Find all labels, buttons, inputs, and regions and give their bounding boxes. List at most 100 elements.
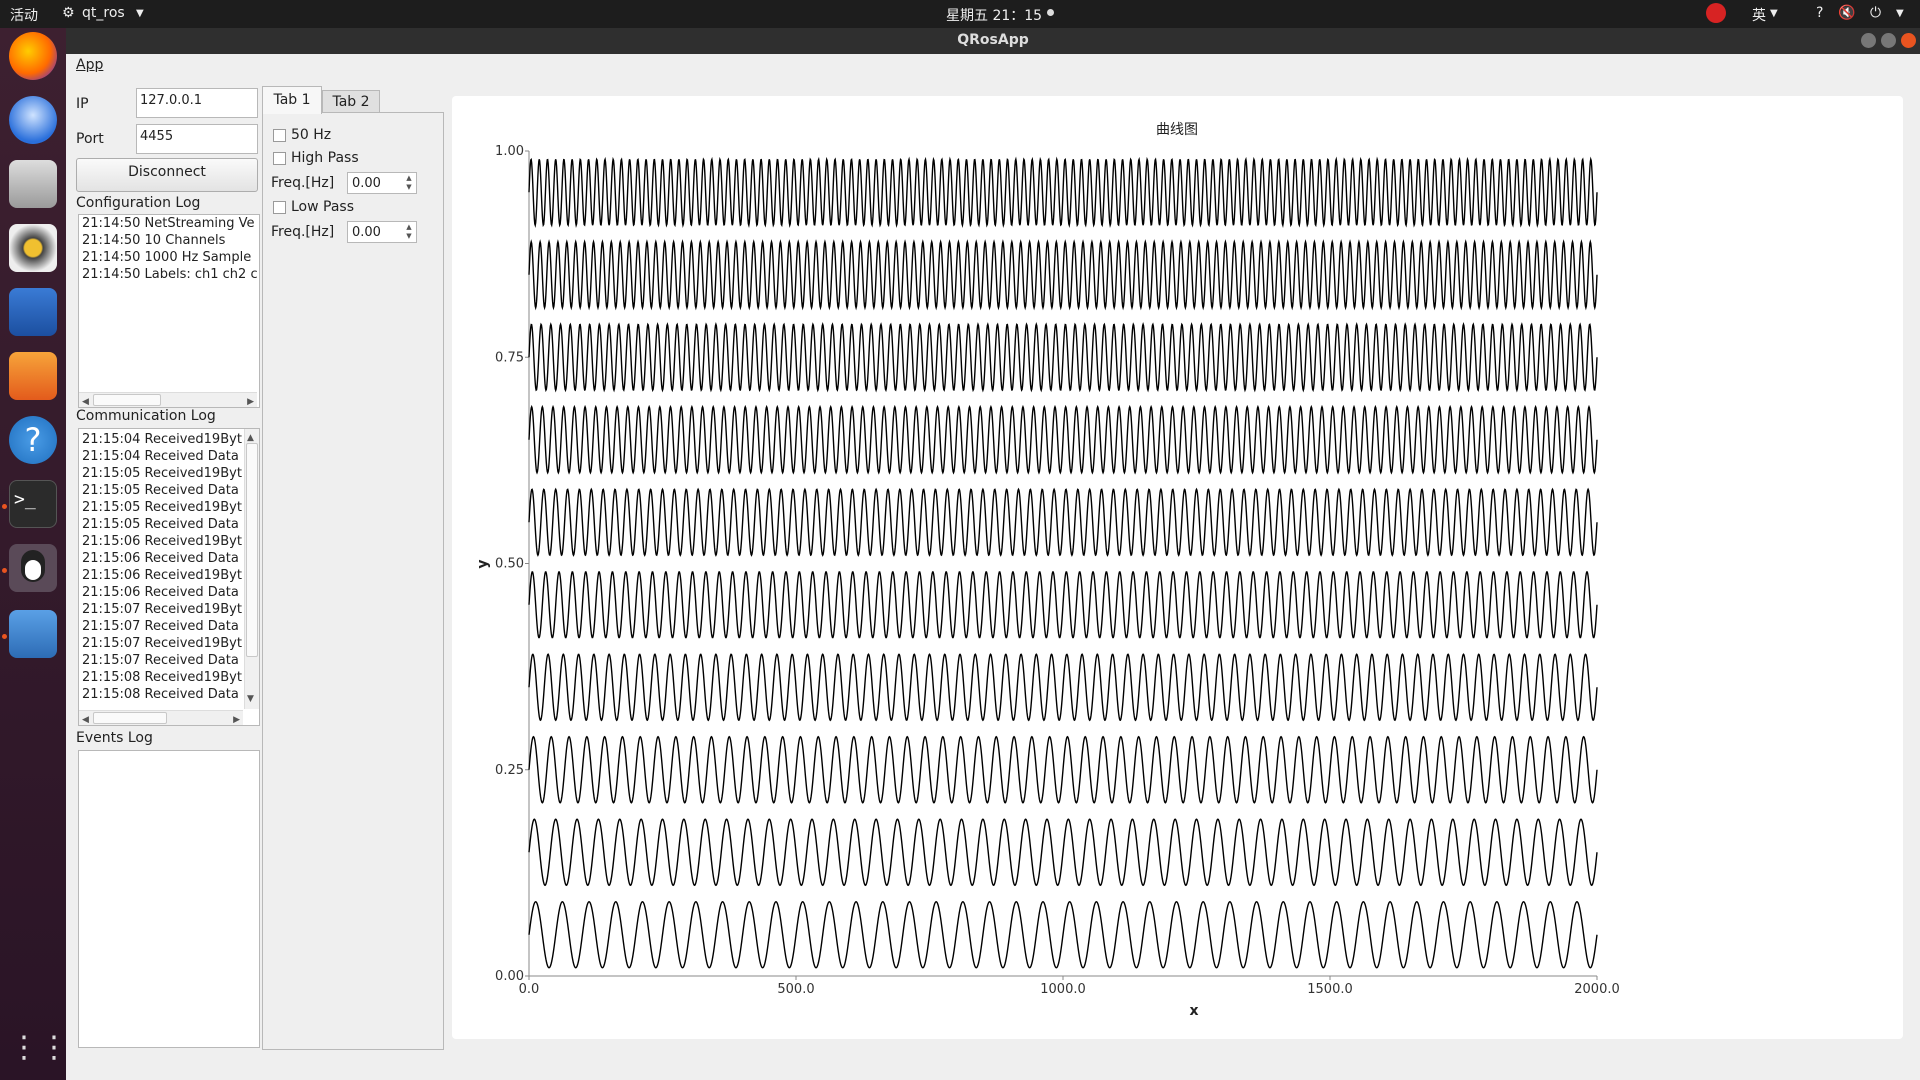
x-tick-label: 1500.0 <box>1307 982 1353 997</box>
app-menu-button[interactable]: qt_ros <box>82 5 125 21</box>
firefox-icon[interactable] <box>9 32 57 80</box>
vertical-scrollbar[interactable]: ▲ ▼ <box>244 429 259 709</box>
lowpass-checkbox[interactable] <box>273 201 286 214</box>
terminal-icon[interactable]: >_ <box>9 480 57 528</box>
config-log-list[interactable]: 21:14:50 NetStreaming Ve 21:14:50 10 Cha… <box>78 214 260 408</box>
window-icon[interactable] <box>9 610 57 658</box>
app-menu-icon: ⚙ <box>62 5 75 21</box>
maximize-icon[interactable] <box>1881 33 1896 48</box>
spin-up-icon[interactable]: ▲ <box>403 174 415 183</box>
list-item: 21:15:04 Received19Byt <box>82 432 242 447</box>
disconnect-button[interactable]: Disconnect <box>76 158 258 192</box>
list-item: 21:15:08 Received19Byt <box>82 670 242 685</box>
scroll-left-icon[interactable]: ◀ <box>82 394 89 407</box>
events-log-title: Events Log <box>76 730 153 746</box>
line-chart[interactable]: 曲线图 x y 0.0 500.0 1000.0 1500.0 2000.0 0.00 0.… <box>452 96 1903 1039</box>
list-item: 21:14:50 NetStreaming Ve <box>82 216 255 231</box>
series-line-10 <box>528 156 1598 228</box>
do-not-disturb-icon[interactable] <box>1706 3 1726 23</box>
scroll-thumb[interactable] <box>93 394 161 406</box>
x-axis-label: x <box>1189 1003 1198 1019</box>
list-item: 21:15:07 Received19Byt <box>82 602 242 617</box>
y-tick-label: 1.00 <box>495 144 524 159</box>
series-line-2 <box>528 818 1598 887</box>
scroll-thumb[interactable] <box>246 443 258 657</box>
series-line-6 <box>528 487 1598 557</box>
minimize-icon[interactable] <box>1861 33 1876 48</box>
notification-dot-icon <box>1047 9 1054 16</box>
volume-icon[interactable]: 🔇 <box>1838 5 1855 21</box>
ip-label: IP <box>76 96 89 112</box>
writer-icon[interactable] <box>9 288 57 336</box>
scroll-right-icon[interactable]: ▶ <box>247 394 254 407</box>
list-item: 21:15:07 Received19Byt <box>82 636 242 651</box>
menu-app[interactable]: App <box>76 57 103 73</box>
y-axis-label: y <box>475 559 491 568</box>
system-top-bar: 活动 ⚙ qt_ros ▼ 星期五 21：15 英 ▼ ? 🔇 ⏻ ▼ <box>0 0 1920 28</box>
thunderbird-icon[interactable] <box>9 96 57 144</box>
series-line-1 <box>528 900 1598 969</box>
series-line-5 <box>528 571 1598 639</box>
scroll-left-icon[interactable]: ◀ <box>82 712 89 725</box>
close-icon[interactable] <box>1901 33 1916 48</box>
spin-down-icon[interactable]: ▼ <box>403 183 415 192</box>
list-item: 21:15:07 Received Data <box>82 653 239 668</box>
notch-50hz-checkbox[interactable] <box>273 129 286 142</box>
highpass-label: High Pass <box>291 150 359 166</box>
menu-bar: App <box>66 54 1920 78</box>
rhythmbox-icon[interactable] <box>9 224 57 272</box>
highpass-freq-spinbox[interactable]: 0.00 ▲ ▼ <box>347 172 417 194</box>
spin-up-icon[interactable]: ▲ <box>403 223 415 232</box>
lowpass-label: Low Pass <box>291 199 354 215</box>
port-label: Port <box>76 131 104 147</box>
highpass-checkbox[interactable] <box>273 152 286 165</box>
list-item: 21:15:05 Received19Byt <box>82 466 242 481</box>
lowpass-freq-spinbox[interactable]: 0.00 ▲ ▼ <box>347 221 417 243</box>
help-icon[interactable]: ? <box>1816 5 1823 21</box>
lowpass-freq-value: 0.00 <box>352 225 381 240</box>
window-title: QRosApp <box>957 32 1029 48</box>
list-item: 21:15:06 Received19Byt <box>82 534 242 549</box>
port-field[interactable]: 4455 <box>136 124 258 154</box>
horizontal-scrollbar[interactable]: ◀ ▶ <box>79 710 243 725</box>
chevron-down-icon: ▼ <box>1770 8 1778 19</box>
window-title-bar[interactable]: QRosApp <box>66 28 1920 54</box>
spin-down-icon[interactable]: ▼ <box>403 232 415 241</box>
x-tick-label: 0.0 <box>519 982 540 997</box>
y-tick-label: 0.75 <box>495 350 524 365</box>
power-icon[interactable]: ⏻ <box>1870 5 1881 21</box>
scroll-down-icon[interactable]: ▼ <box>247 691 254 708</box>
input-method-button[interactable]: 英 <box>1752 5 1766 25</box>
dock: ? >_ ⋮⋮ <box>0 28 69 1080</box>
tab-1-panel: 50 Hz High Pass Freq.[Hz] 0.00 ▲ ▼ Low P… <box>262 112 444 1050</box>
tab-1[interactable]: Tab 1 <box>262 86 322 114</box>
horizontal-scrollbar[interactable]: ◀ ▶ <box>79 392 257 407</box>
x-tick-label: 1000.0 <box>1040 982 1086 997</box>
qt-creator-icon[interactable] <box>9 544 57 592</box>
series-line-7 <box>528 404 1598 475</box>
ip-field[interactable]: 127.0.0.1 <box>136 88 258 118</box>
notch-50hz-label: 50 Hz <box>291 127 332 143</box>
list-item: 21:15:05 Received Data <box>82 517 239 532</box>
scroll-thumb[interactable] <box>93 712 167 724</box>
software-center-icon[interactable] <box>9 352 57 400</box>
config-log-title: Configuration Log <box>76 195 201 211</box>
clock[interactable]: 星期五 21：15 <box>946 5 1042 25</box>
events-log-list[interactable] <box>78 750 260 1048</box>
files-icon[interactable] <box>9 160 57 208</box>
help-icon[interactable]: ? <box>9 416 57 464</box>
list-item: 21:15:06 Received19Byt <box>82 568 242 583</box>
list-item: 21:14:50 1000 Hz Sample <box>82 250 252 265</box>
comm-log-list[interactable]: 21:15:04 Received19Byt 21:15:04 Received… <box>78 428 260 726</box>
y-tick-label: 0.00 <box>495 969 524 984</box>
series-line-4 <box>528 653 1598 722</box>
list-item: 21:15:04 Received Data <box>82 449 239 464</box>
list-item: 21:15:08 Received Data <box>82 687 239 702</box>
chart-panel: 曲线图 x y 0.0 500.0 1000.0 1500.0 2000.0 0.00 0.… <box>452 96 1903 1039</box>
chevron-down-icon: ▼ <box>136 8 144 19</box>
activities-button[interactable]: 活动 <box>10 5 38 25</box>
scroll-right-icon[interactable]: ▶ <box>233 712 240 725</box>
tab-2[interactable]: Tab 2 <box>322 90 380 112</box>
series-line-8 <box>528 321 1598 393</box>
show-apps-icon[interactable]: ⋮⋮ <box>9 1024 69 1072</box>
